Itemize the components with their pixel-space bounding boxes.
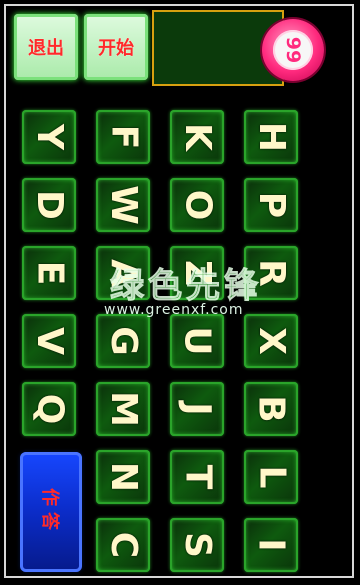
letter-tile[interactable]: A	[96, 246, 150, 300]
letter-tile-label: I	[251, 538, 292, 552]
letter-tile-label: T	[177, 464, 218, 490]
answer-button-label: 作答	[39, 488, 60, 536]
letter-tile[interactable]: N	[96, 450, 150, 504]
letter-tile[interactable]: D	[22, 178, 76, 232]
letter-tile[interactable]: B	[244, 382, 298, 436]
letter-tile[interactable]: G	[96, 314, 150, 368]
letter-tile-label: F	[103, 124, 144, 150]
letter-tile[interactable]: E	[22, 246, 76, 300]
letter-tile[interactable]: X	[244, 314, 298, 368]
countdown-timer: 99	[262, 19, 324, 81]
letter-tile-label: O	[176, 189, 218, 221]
timer-value: 99	[281, 36, 304, 64]
letter-tile[interactable]: C	[96, 518, 150, 572]
letter-tile-label: L	[250, 465, 292, 489]
letter-tile-label: R	[250, 259, 292, 287]
letter-tile-label: E	[29, 260, 70, 286]
letter-tile-label: C	[102, 531, 144, 559]
letter-tile-label: X	[250, 327, 292, 355]
letter-tile[interactable]: V	[22, 314, 76, 368]
answer-button[interactable]: 作答	[20, 452, 82, 572]
letter-tile-label: Q	[28, 393, 70, 425]
exit-button-label: 退出	[28, 38, 64, 59]
letter-tile-label: B	[250, 395, 292, 423]
letter-tile[interactable]: P	[244, 178, 298, 232]
letter-tile[interactable]: F	[96, 110, 150, 164]
letter-tile-label: N	[102, 461, 144, 493]
letter-tile-label: D	[28, 190, 70, 220]
letter-tile[interactable]: U	[170, 314, 224, 368]
letter-tile[interactable]: M	[96, 382, 150, 436]
game-frame: 退出 开始 99 Y D E V Q F W A G M N C K O Z U…	[4, 4, 354, 578]
letter-tile[interactable]: Q	[22, 382, 76, 436]
letter-tile-label: M	[102, 391, 144, 427]
letter-tile[interactable]: S	[170, 518, 224, 572]
letter-tile-label: A	[103, 259, 144, 287]
timer-face: 99	[273, 30, 313, 70]
letter-tile-label: U	[176, 326, 218, 356]
start-button[interactable]: 开始	[84, 14, 148, 80]
letter-tile[interactable]: T	[170, 450, 224, 504]
letter-tile-label: P	[250, 191, 292, 219]
letter-tile[interactable]: H	[244, 110, 298, 164]
start-button-label: 开始	[98, 38, 134, 59]
letter-tile-label: S	[177, 532, 218, 558]
letter-tile[interactable]: O	[170, 178, 224, 232]
letter-tile-label: Y	[28, 123, 70, 151]
letter-tile[interactable]: Y	[22, 110, 76, 164]
exit-button[interactable]: 退出	[14, 14, 78, 80]
letter-tile[interactable]: Z	[170, 246, 224, 300]
letter-tile[interactable]: I	[244, 518, 298, 572]
letter-tile-label: K	[177, 123, 218, 151]
letter-tile-label: V	[29, 327, 70, 355]
letter-tile[interactable]: K	[170, 110, 224, 164]
letter-tile[interactable]: R	[244, 246, 298, 300]
letter-tile-label: J	[177, 402, 218, 416]
letter-tile[interactable]: W	[96, 178, 150, 232]
letter-tile-label: W	[103, 185, 144, 225]
letter-tile[interactable]: L	[244, 450, 298, 504]
letter-tile-label: Z	[176, 259, 218, 287]
letter-tile-label: G	[103, 326, 144, 356]
letter-tile-label: H	[250, 121, 292, 153]
letter-tile[interactable]: J	[170, 382, 224, 436]
